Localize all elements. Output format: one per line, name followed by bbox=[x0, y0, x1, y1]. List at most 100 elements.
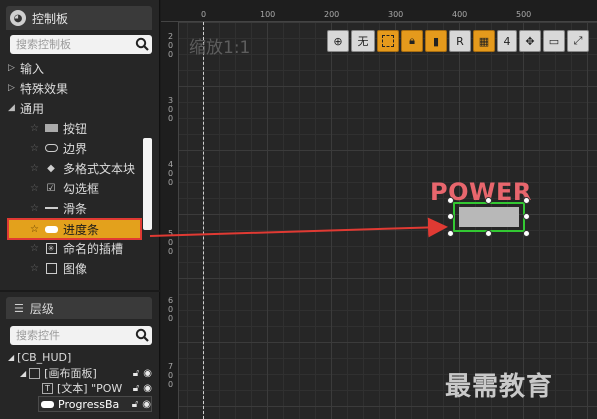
globe-icon: ⊕ bbox=[333, 34, 343, 48]
lock-button[interactable]: 🔒︎ bbox=[401, 30, 423, 52]
named-slot-icon: ✳ bbox=[44, 242, 58, 254]
eye-icon[interactable]: ◉ bbox=[142, 399, 151, 410]
widget-rich-text[interactable]: ☆ ◆ 多格式文本块 bbox=[30, 158, 142, 178]
widget-label: 滑条 bbox=[63, 201, 88, 216]
star-icon[interactable]: ☆ bbox=[30, 163, 44, 174]
widget-label: 图像 bbox=[63, 261, 88, 276]
widget-progress-bar[interactable]: ☆ 进度条 bbox=[7, 218, 142, 240]
category-effects[interactable]: ▷ 特殊效果 bbox=[8, 79, 68, 97]
star-icon[interactable]: ☆ bbox=[30, 243, 44, 254]
widget-label: 勾选框 bbox=[63, 181, 100, 196]
slider-icon bbox=[44, 203, 58, 214]
widget-label: 命名的插槽 bbox=[63, 241, 124, 256]
ruler-label: 5 0 0 bbox=[168, 229, 174, 256]
globe-button[interactable]: ⊕ bbox=[327, 30, 349, 52]
resize-handle[interactable] bbox=[523, 197, 530, 204]
progress-bar-fill bbox=[459, 207, 519, 227]
collapse-arrow-icon: ◢ bbox=[20, 368, 27, 378]
progress-bar-widget[interactable] bbox=[453, 202, 525, 232]
widget-image[interactable]: ☆ 图像 bbox=[30, 258, 142, 278]
category-label: 特殊效果 bbox=[20, 81, 69, 96]
expand-icon: ⤢ bbox=[573, 34, 583, 47]
text-widget-icon: T bbox=[42, 382, 53, 394]
palette-scrollbar[interactable] bbox=[143, 138, 152, 230]
unlock-icon[interactable]: 🔓︎ bbox=[133, 368, 139, 379]
widget-checkbox[interactable]: ☆ ☑ 勾选框 bbox=[30, 178, 142, 198]
widget-border[interactable]: ☆ 边界 bbox=[30, 138, 142, 158]
resize-handle[interactable] bbox=[523, 213, 530, 220]
unlock-icon[interactable]: 🔓︎ bbox=[133, 383, 139, 394]
resize-handle[interactable] bbox=[523, 230, 530, 237]
respect-locks-button[interactable]: ▮ bbox=[425, 30, 447, 52]
hierarchy-search[interactable] bbox=[10, 326, 152, 345]
resize-handle[interactable] bbox=[485, 230, 492, 237]
eye-icon[interactable]: ◉ bbox=[143, 368, 152, 379]
image-icon bbox=[44, 262, 58, 274]
category-common[interactable]: ◢ 通用 bbox=[8, 99, 44, 117]
grid-size-dropdown[interactable]: 4 bbox=[497, 30, 517, 52]
star-icon[interactable]: ☆ bbox=[30, 183, 44, 194]
resize-handle[interactable] bbox=[447, 197, 454, 204]
vertical-ruler bbox=[161, 22, 179, 419]
widget-slider[interactable]: ☆ 滑条 bbox=[30, 198, 142, 218]
horizontal-ruler: 0 100 200 300 400 500 bbox=[161, 0, 597, 22]
hierarchy-search-input[interactable] bbox=[16, 329, 126, 342]
ruler-label: 7 0 0 bbox=[168, 362, 174, 389]
star-icon[interactable]: ☆ bbox=[30, 263, 44, 274]
hierarchy-text[interactable]: T [文本] "POW 🔓︎ ◉ bbox=[42, 380, 152, 396]
lock-icon: 🔒︎ bbox=[409, 34, 415, 47]
unlock-icon[interactable]: 🔓︎ bbox=[132, 399, 138, 410]
outline-toggle-button[interactable] bbox=[377, 30, 399, 52]
collapse-arrow-icon: ◢ bbox=[8, 103, 15, 113]
hierarchy-panel: ☰ 层级 ◢ [CB_HUD] ◢ [画布面板] 🔓︎ ◉ T [文本] "PO… bbox=[0, 292, 160, 419]
ruler-label: 200 bbox=[324, 10, 340, 19]
origin-guide-line bbox=[203, 22, 204, 419]
image-button[interactable]: ▭ bbox=[543, 30, 565, 52]
widget-button[interactable]: ☆ 按钮 bbox=[30, 118, 142, 138]
zoom-level: 缩放1:1 bbox=[189, 38, 251, 58]
eye-icon[interactable]: ◉ bbox=[143, 383, 152, 394]
r-button[interactable]: R bbox=[449, 30, 471, 52]
palette-tab[interactable]: ◕ 控制板 bbox=[6, 6, 152, 30]
search-icon[interactable] bbox=[135, 37, 149, 51]
star-icon[interactable]: ☆ bbox=[30, 224, 44, 235]
ruler-label: 400 bbox=[452, 10, 468, 19]
hierarchy-progress-bar[interactable]: ProgressBa 🔓︎ ◉ bbox=[38, 396, 152, 412]
diamond-icon: ◆ bbox=[47, 162, 55, 174]
hierarchy-canvas-panel[interactable]: ◢ [画布面板] 🔓︎ ◉ bbox=[20, 365, 152, 381]
hierarchy-label: [画布面板] bbox=[44, 367, 97, 380]
star-icon[interactable]: ☆ bbox=[30, 123, 44, 134]
palette-search[interactable] bbox=[10, 35, 152, 54]
designer-canvas[interactable] bbox=[161, 0, 597, 419]
palette-panel: ◕ 控制板 ▷ 输入 ▷ 特殊效果 ◢ 通用 ☆ 按钮 ☆ 边界 ☆ ◆ 多格式… bbox=[0, 0, 160, 290]
search-icon[interactable] bbox=[135, 328, 149, 342]
expand-button[interactable]: ⤢ bbox=[567, 30, 589, 52]
expand-arrow-icon: ▷ bbox=[8, 63, 15, 73]
palette-search-input[interactable] bbox=[16, 38, 126, 51]
widget-label: 进度条 bbox=[63, 222, 100, 237]
grid-icon: ▦ bbox=[478, 34, 490, 48]
border-icon bbox=[44, 143, 58, 154]
grid-snap-button[interactable]: ▦ bbox=[473, 30, 495, 52]
canvas-panel-icon bbox=[29, 367, 41, 379]
resize-handle[interactable] bbox=[447, 213, 454, 220]
ruler-label: 4 0 0 bbox=[168, 160, 174, 187]
button-icon bbox=[44, 123, 58, 134]
transform-button[interactable]: ✥ bbox=[519, 30, 541, 52]
ruler-label: 300 bbox=[388, 10, 404, 19]
resize-handle[interactable] bbox=[485, 197, 492, 204]
progress-bar-icon bbox=[41, 400, 54, 408]
widget-label: 边界 bbox=[63, 141, 88, 156]
none-button[interactable]: 无 bbox=[351, 30, 375, 52]
star-icon[interactable]: ☆ bbox=[30, 143, 44, 154]
widget-named-slot[interactable]: ☆ ✳ 命名的插槽 bbox=[30, 238, 142, 258]
resize-handle[interactable] bbox=[447, 230, 454, 237]
hierarchy-label: ProgressBa bbox=[58, 397, 120, 411]
hierarchy-tab[interactable]: ☰ 层级 bbox=[6, 297, 152, 319]
hierarchy-root[interactable]: ◢ [CB_HUD] bbox=[8, 349, 152, 365]
canvas-toolbar: ⊕ 无 🔒︎ ▮ R ▦ 4 ✥ ▭ ⤢ bbox=[327, 30, 589, 52]
category-input[interactable]: ▷ 输入 bbox=[8, 59, 44, 77]
watermark: 最需教育 bbox=[445, 372, 554, 402]
star-icon[interactable]: ☆ bbox=[30, 203, 44, 214]
ruler-label: 0 bbox=[201, 10, 207, 19]
